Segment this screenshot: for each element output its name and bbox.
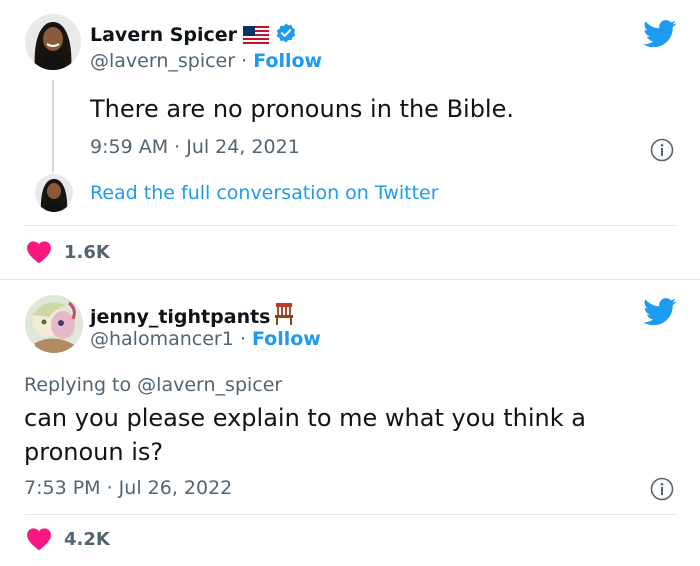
verified-badge-icon [275,22,297,49]
display-name[interactable]: Lavern Spicer [90,22,297,49]
replying-mention[interactable]: @lavern_spicer [137,374,282,396]
divider [25,514,677,515]
tweet-card-2: jenny_tightpants @halomancer1 · Follow R… [0,280,700,566]
twitter-bird-icon[interactable] [643,298,677,330]
heart-icon[interactable] [26,240,52,268]
handle-separator: · [239,328,246,350]
like-count[interactable]: 4.2K [64,529,110,550]
avatar[interactable] [25,14,81,70]
like-count[interactable]: 1.6K [64,242,110,263]
display-name[interactable]: jenny_tightpants [90,302,294,331]
handle[interactable]: @lavern_spicer [90,50,235,72]
replying-to: Replying to @lavern_spicer [24,374,282,396]
replying-prefix: Replying to [24,374,132,396]
handle[interactable]: @halomancer1 [90,328,234,350]
handle-line: @lavern_spicer · Follow [90,50,322,72]
display-name-text[interactable]: Lavern Spicer [90,24,237,46]
info-icon[interactable] [650,138,674,166]
tweet-text: can you please explain to me what you th… [24,404,586,466]
tweet-timestamp[interactable]: 7:53 PM · Jul 26, 2022 [24,477,232,499]
chair-icon [274,302,294,331]
read-conversation-link[interactable]: Read the full conversation on Twitter [90,182,439,204]
twitter-bird-icon[interactable] [643,20,677,52]
heart-icon[interactable] [26,527,52,555]
us-flag-icon [242,25,270,49]
follow-link[interactable]: Follow [253,50,322,72]
display-name-text[interactable]: jenny_tightpants [90,306,270,328]
tweet-card-1: Lavern Spicer @lavern_spicer · Follow Th… [0,0,700,280]
thread-line [52,80,54,172]
handle-separator: · [241,50,248,72]
tweet-timestamp[interactable]: 9:59 AM · Jul 24, 2021 [90,136,300,158]
avatar[interactable] [25,295,83,353]
handle-line: @halomancer1 · Follow [90,328,321,350]
info-icon[interactable] [650,477,674,505]
conversation-avatar[interactable] [35,174,73,212]
divider [25,225,677,226]
follow-link[interactable]: Follow [252,328,321,350]
tweet-text: There are no pronouns in the Bible. [90,95,514,123]
